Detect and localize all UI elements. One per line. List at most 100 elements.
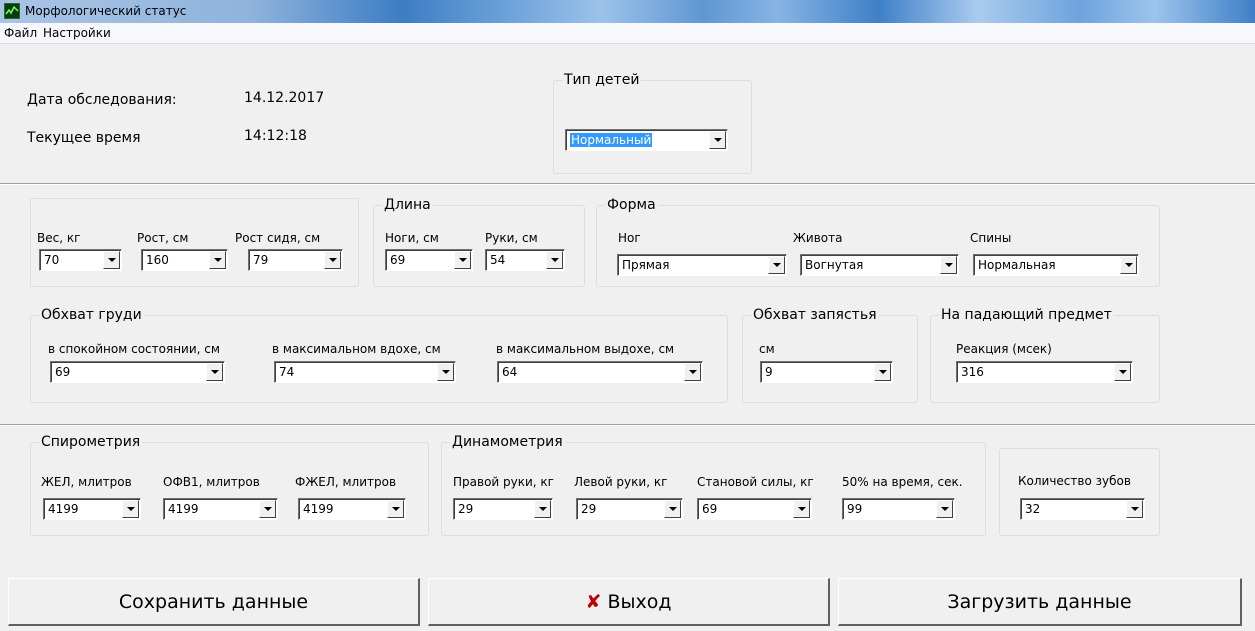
dropdown-arrow-icon[interactable] xyxy=(940,256,957,274)
wrist-group: Обхват запястья см 9 xyxy=(742,306,918,403)
length-legend: Длина xyxy=(382,196,433,214)
reaction-select[interactable]: 316 xyxy=(956,361,1133,383)
back-shape-value: Нормальная xyxy=(978,258,1056,272)
dynamometry-legend: Динамометрия xyxy=(450,433,565,451)
height-select[interactable]: 160 xyxy=(141,249,228,271)
legs-length-select[interactable]: 69 xyxy=(385,249,473,271)
exam-date-value: 14.12.2017 xyxy=(244,90,325,106)
chest-rest-label: в спокойном состоянии, см xyxy=(48,342,220,356)
dropdown-arrow-icon[interactable] xyxy=(793,500,810,518)
dropdown-arrow-icon[interactable] xyxy=(664,500,681,518)
right-hand-label: Правой руки, кг xyxy=(453,475,554,489)
dropdown-arrow-icon[interactable] xyxy=(534,500,551,518)
dropdown-arrow-icon[interactable] xyxy=(709,131,726,149)
time50-select[interactable]: 99 xyxy=(842,498,955,520)
dropdown-arrow-icon[interactable] xyxy=(936,500,953,518)
sitting-height-select[interactable]: 79 xyxy=(248,249,343,271)
chest-exhale-select[interactable]: 64 xyxy=(497,361,703,383)
time50-value: 99 xyxy=(847,502,863,516)
dropdown-arrow-icon[interactable] xyxy=(768,256,785,274)
zhel-value: 4199 xyxy=(48,502,79,516)
menu-file[interactable]: Файл xyxy=(4,26,37,40)
legs-shape-select[interactable]: Прямая xyxy=(617,254,787,276)
sitting-height-label: Рост сидя, см xyxy=(235,231,321,245)
dropdown-arrow-icon[interactable] xyxy=(684,363,701,381)
window-title: Морфологический статус xyxy=(25,4,187,18)
wrist-value: 9 xyxy=(765,365,773,379)
legs-length-label: Ноги, см xyxy=(385,231,439,245)
fzhel-label: ФЖЕЛ, млитров xyxy=(295,475,397,489)
chest-inhale-select[interactable]: 74 xyxy=(274,361,456,383)
save-button[interactable]: Сохранить данные xyxy=(8,578,420,626)
belly-shape-value: Вогнутая xyxy=(805,258,864,272)
dropdown-arrow-icon[interactable] xyxy=(387,500,404,518)
legs-length-value: 69 xyxy=(390,253,406,267)
exit-button[interactable]: ✘ Выход xyxy=(428,578,830,626)
shape-group: Форма Ног Прямая Живота Вогнутая Спины Н… xyxy=(596,196,1160,287)
reaction-label: Реакция (мсек) xyxy=(956,342,1052,356)
chest-group: Обхват груди в спокойном состоянии, см 6… xyxy=(30,306,728,403)
load-button-label: Загрузить данные xyxy=(947,591,1132,613)
save-button-label: Сохранить данные xyxy=(118,591,309,613)
separator-middle xyxy=(0,424,1255,426)
reaction-value: 316 xyxy=(961,365,984,379)
dropdown-arrow-icon[interactable] xyxy=(206,363,223,381)
arms-length-value: 54 xyxy=(490,253,506,267)
child-type-group: Тип детей Нормальный xyxy=(553,71,752,174)
fzhel-select[interactable]: 4199 xyxy=(298,498,406,520)
back-strength-select[interactable]: 69 xyxy=(697,498,812,520)
child-type-value: Нормальный xyxy=(570,133,653,147)
dropdown-arrow-icon[interactable] xyxy=(874,363,891,381)
shape-legend: Форма xyxy=(605,196,658,214)
dropdown-arrow-icon[interactable] xyxy=(546,251,563,269)
wrist-legend: Обхват запястья xyxy=(751,306,879,324)
spirometry-legend: Спирометрия xyxy=(39,433,143,451)
height-value: 160 xyxy=(146,253,169,267)
dropdown-arrow-icon[interactable] xyxy=(259,500,276,518)
belly-shape-select[interactable]: Вогнутая xyxy=(800,254,959,276)
teeth-group: Количество зубов 32 xyxy=(999,448,1160,536)
sitting-height-value: 79 xyxy=(253,253,269,267)
wrist-select[interactable]: 9 xyxy=(760,361,893,383)
menu-bar: Файл Настройки xyxy=(0,23,1255,44)
zhel-select[interactable]: 4199 xyxy=(43,498,141,520)
chest-exhale-value: 64 xyxy=(502,365,518,379)
dropdown-arrow-icon[interactable] xyxy=(437,363,454,381)
arms-length-select[interactable]: 54 xyxy=(485,249,565,271)
menu-settings[interactable]: Настройки xyxy=(43,26,111,40)
child-type-select[interactable]: Нормальный xyxy=(565,129,728,151)
load-button[interactable]: Загрузить данные xyxy=(838,578,1242,626)
right-hand-select[interactable]: 29 xyxy=(453,498,553,520)
teeth-select[interactable]: 32 xyxy=(1020,498,1145,520)
dropdown-arrow-icon[interactable] xyxy=(1114,363,1131,381)
dropdown-arrow-icon[interactable] xyxy=(103,251,120,269)
dropdown-arrow-icon[interactable] xyxy=(122,500,139,518)
left-hand-select[interactable]: 29 xyxy=(576,498,683,520)
exam-date-label: Дата обследования: xyxy=(27,92,177,108)
body-measures-group: Вес, кг 70 Рост, см 160 Рост сидя, см 79 xyxy=(30,198,359,287)
dropdown-arrow-icon[interactable] xyxy=(324,251,341,269)
right-hand-value: 29 xyxy=(458,502,474,516)
ofv1-value: 4199 xyxy=(168,502,199,516)
back-shape-label: Спины xyxy=(970,231,1012,245)
dropdown-arrow-icon[interactable] xyxy=(454,251,471,269)
chest-rest-select[interactable]: 69 xyxy=(50,361,225,383)
legs-shape-label: Ног xyxy=(618,231,641,245)
ofv1-select[interactable]: 4199 xyxy=(163,498,278,520)
fzhel-value: 4199 xyxy=(303,502,334,516)
back-shape-select[interactable]: Нормальная xyxy=(973,254,1139,276)
dropdown-arrow-icon[interactable] xyxy=(209,251,226,269)
close-x-icon: ✘ xyxy=(585,591,602,613)
ofv1-label: ОФВ1, млитров xyxy=(163,475,260,489)
back-strength-value: 69 xyxy=(702,502,718,516)
back-strength-label: Становой силы, кг xyxy=(697,475,814,489)
dropdown-arrow-icon[interactable] xyxy=(1120,256,1137,274)
zhel-label: ЖЕЛ, млитров xyxy=(41,475,132,489)
dynamometry-group: Динамометрия Правой руки, кг 29 Левой ру… xyxy=(441,433,986,536)
dropdown-arrow-icon[interactable] xyxy=(1126,500,1143,518)
falling-object-legend: На падающий предмет xyxy=(939,306,1114,324)
weight-select[interactable]: 70 xyxy=(39,249,122,271)
weight-value: 70 xyxy=(44,253,60,267)
child-type-legend: Тип детей xyxy=(562,71,642,89)
belly-shape-label: Живота xyxy=(793,231,843,245)
